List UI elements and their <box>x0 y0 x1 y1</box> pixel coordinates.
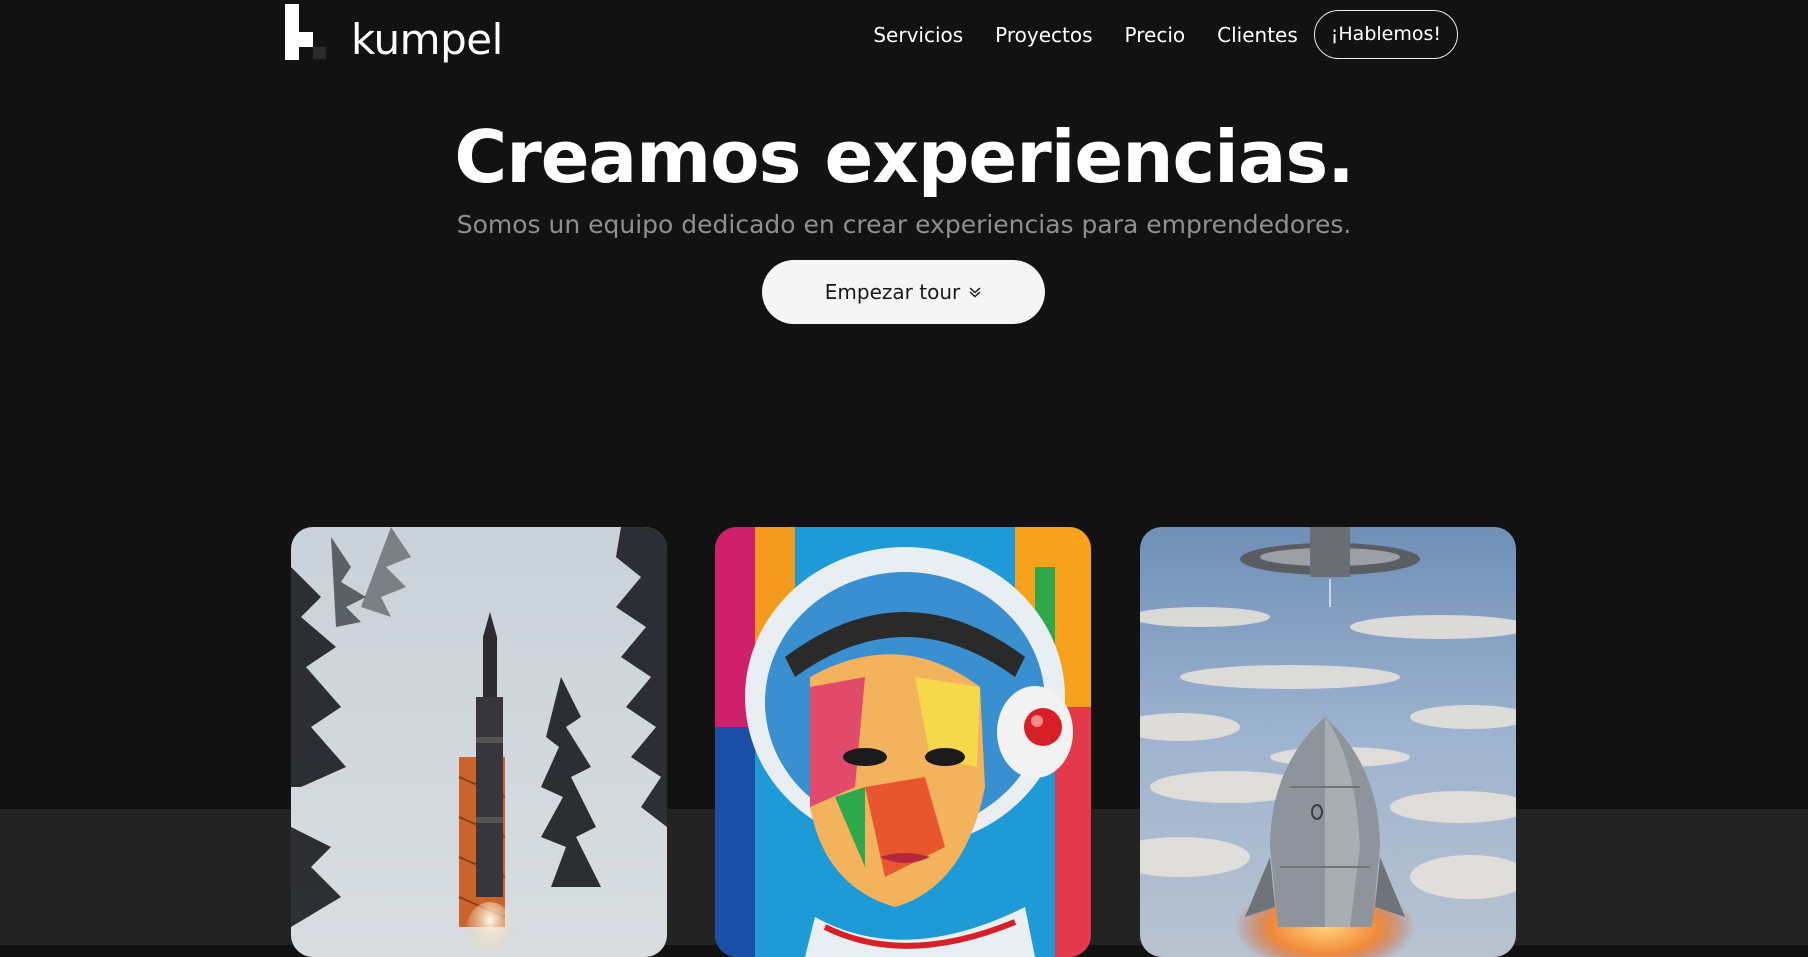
hero-title: Creamos experiencias. <box>454 115 1354 199</box>
astronaut-painting-image[interactable] <box>715 527 1091 957</box>
hero-subtitle: Somos un equipo dedicado en crear experi… <box>456 210 1352 239</box>
start-tour-label: Empezar tour <box>824 280 961 304</box>
nav-item-servicios[interactable]: Servicios <box>873 12 963 58</box>
contact-cta-button[interactable]: ¡Hablemos! <box>1313 10 1458 59</box>
nav-item-proyectos[interactable]: Proyectos <box>995 12 1092 58</box>
spaceship-clouds-image[interactable] <box>1140 527 1516 957</box>
start-tour-button[interactable]: Empezar tour <box>762 260 1045 324</box>
brand-logo[interactable]: kumpel <box>285 2 503 66</box>
rocket-launch-forest-image[interactable] <box>291 527 667 957</box>
double-chevron-down-icon <box>968 285 982 299</box>
nav-item-clientes[interactable]: Clientes <box>1217 12 1298 58</box>
nav-item-precio[interactable]: Precio <box>1125 12 1186 58</box>
brand-name: kumpel <box>351 15 503 64</box>
logo-mark-icon <box>285 2 329 60</box>
main-nav: Servicios Proyectos Precio Clientes ¡Hab… <box>873 10 1458 59</box>
